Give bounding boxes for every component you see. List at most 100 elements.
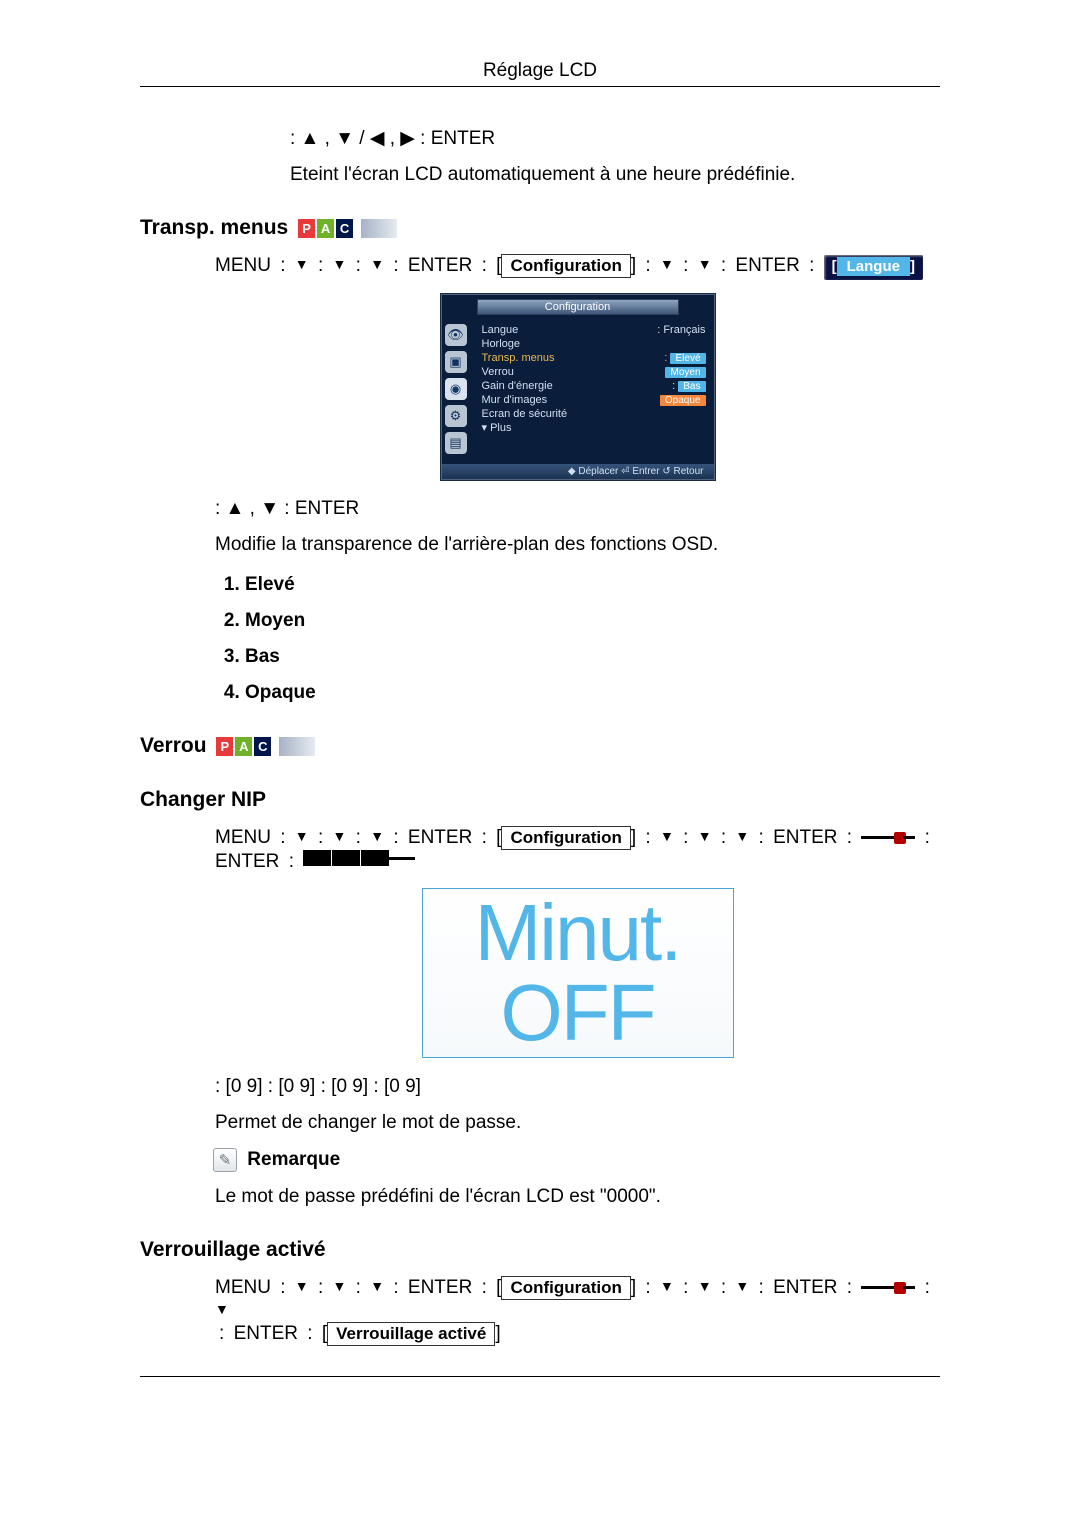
config-bracket: [Configuration] [496,827,636,848]
osd-sidebar-icon-1: 👁 [445,324,467,346]
osd-k: Mur d'images [482,393,548,407]
down-arrow-icon: ▼ [698,256,712,272]
pac-c-badge: C [254,737,271,756]
osd-v: Bas [678,381,705,392]
down-arrow-icon: ▼ [295,1278,309,1294]
change-pw-line: Permet de changer le mot de passe. [215,1112,940,1134]
lcd-preview-box: Minut. OFF [422,888,734,1058]
osd-sidebar-icon-3: ◉ [445,378,467,400]
osd-sidebar-icon-4: ⚙ [445,405,467,427]
osd-k: Transp. menus [482,351,555,365]
digit-range-line: : [0 9] : [0 9] : [0 9] : [0 9] [215,1076,940,1098]
langue-box-label: Langue [837,257,910,276]
down-arrow-icon: ▼ [333,828,347,844]
path-menu: MENU [215,255,271,276]
nav-instructions-1: : ▲ , ▼ / ◀ , ▶ : ENTER [290,127,940,150]
path-enter: ENTER [735,255,799,276]
pac-a-badge: A [317,219,334,238]
osd-v: Opaque [660,395,706,406]
osd-k: Langue [482,323,519,337]
note-icon: ✎ [213,1148,237,1172]
down-arrow-icon: ▼ [370,256,384,272]
pin-entry-icon [303,850,415,874]
option-bas: Bas [245,646,940,668]
heading-remarque: Remarque [247,1149,340,1170]
osd-k: Verrou [482,365,514,379]
down-arrow-icon: ▼ [660,828,674,844]
heading-verrou-text: Verrou [140,734,207,757]
down-arrow-icon: ▼ [333,1278,347,1294]
path-enter: ENTER [408,1277,472,1298]
down-arrow-icon: ▼ [370,828,384,844]
config-box-label: Configuration [501,1276,630,1300]
down-arrow-icon: ▼ [698,828,712,844]
slider-icon [861,1282,915,1294]
osd-footer: ◆ Déplacer ⏎ Entrer ↺ Retour [442,464,714,479]
slider-icon [861,832,915,844]
auto-off-description: Eteint l'écran LCD automatiquement à une… [290,164,940,186]
path-enter: ENTER [234,1323,298,1344]
down-arrow-icon: ▼ [215,1301,229,1317]
changer-path-row: MENU : ▼ : ▼ : ▼ : ENTER : [Configuratio… [215,826,940,874]
transp-description: Modifie la transparence de l'arrière-pla… [215,534,940,556]
pac-trail [279,737,315,756]
osd-k: Ecran de sécurité [482,407,568,421]
heading-transp-text: Transp. menus [140,216,288,239]
heading-verrou: Verrou P A C [140,734,940,758]
down-arrow-icon: ▼ [295,828,309,844]
osd-rows: Langue: Français Horloge Transp. menus: … [478,319,714,464]
osd-v: Elevé [670,353,705,364]
config-bracket: [Configuration] [496,255,636,276]
verrou-active-bracket: [Verrouillage activé] [322,1323,501,1344]
osd-sidebar-icon-5: ▤ [445,432,467,454]
osd-k: Horloge [482,337,521,351]
osd-sidebar: 👁 ▣ ◉ ⚙ ▤ [442,319,478,464]
langue-box: [Langue] [824,255,923,280]
osd-k: ▾ Plus [482,421,512,435]
pac-a-badge: A [235,737,252,756]
down-arrow-icon: ▼ [698,1278,712,1294]
nav-instructions-2: : ▲ , ▼ : ENTER [215,498,940,520]
osd-sidebar-icon-2: ▣ [445,351,467,373]
path-enter: ENTER [215,851,279,872]
bottom-rule [140,1376,940,1377]
transp-path-row: MENU : ▼ : ▼ : ▼ : ENTER : [Configuratio… [215,254,940,280]
config-box-label: Configuration [501,826,630,850]
down-arrow-icon: ▼ [333,256,347,272]
pac-c-badge: C [336,219,353,238]
option-eleve: Elevé [245,574,940,596]
down-arrow-icon: ▼ [660,1278,674,1294]
page-header-title: Réglage LCD [140,60,940,87]
option-opaque: Opaque [245,682,940,704]
down-arrow-icon: ▼ [370,1278,384,1294]
osd-v: Français [663,324,705,336]
default-pw-line: Le mot de passe prédéfini de l'écran LCD… [215,1186,940,1208]
pac-trail [361,219,397,238]
osd-title: Configuration [477,299,679,315]
path-menu: MENU [215,827,271,848]
lcd-preview-text: Minut. OFF [423,893,733,1053]
verrou-active-box-label: Verrouillage activé [327,1322,495,1346]
option-moyen: Moyen [245,610,940,632]
down-arrow-icon: ▼ [660,256,674,272]
osd-screenshot: Configuration 👁 ▣ ◉ ⚙ ▤ Langue: Français… [441,294,715,480]
verrou-active-path-row: MENU : ▼ : ▼ : ▼ : ENTER : [Configuratio… [215,1276,940,1346]
heading-verrouillage-active: Verrouillage activé [140,1238,940,1262]
path-enter: ENTER [773,827,837,848]
config-bracket: [Configuration] [496,1277,636,1298]
down-arrow-icon: ▼ [295,256,309,272]
down-arrow-icon: ▼ [735,1278,749,1294]
pac-badges: P A C [216,737,271,756]
path-enter: ENTER [773,1277,837,1298]
osd-v: Moyen [665,367,705,378]
path-menu: MENU [215,1277,271,1298]
osd-k: Gain d'énergie [482,379,553,393]
pac-p-badge: P [216,737,233,756]
pac-badges: P A C [298,219,353,238]
config-box-label: Configuration [501,254,630,278]
heading-transp-menus: Transp. menus P A C [140,216,940,240]
down-arrow-icon: ▼ [735,828,749,844]
heading-changer-nip: Changer NIP [140,788,940,812]
pac-p-badge: P [298,219,315,238]
path-enter: ENTER [408,255,472,276]
